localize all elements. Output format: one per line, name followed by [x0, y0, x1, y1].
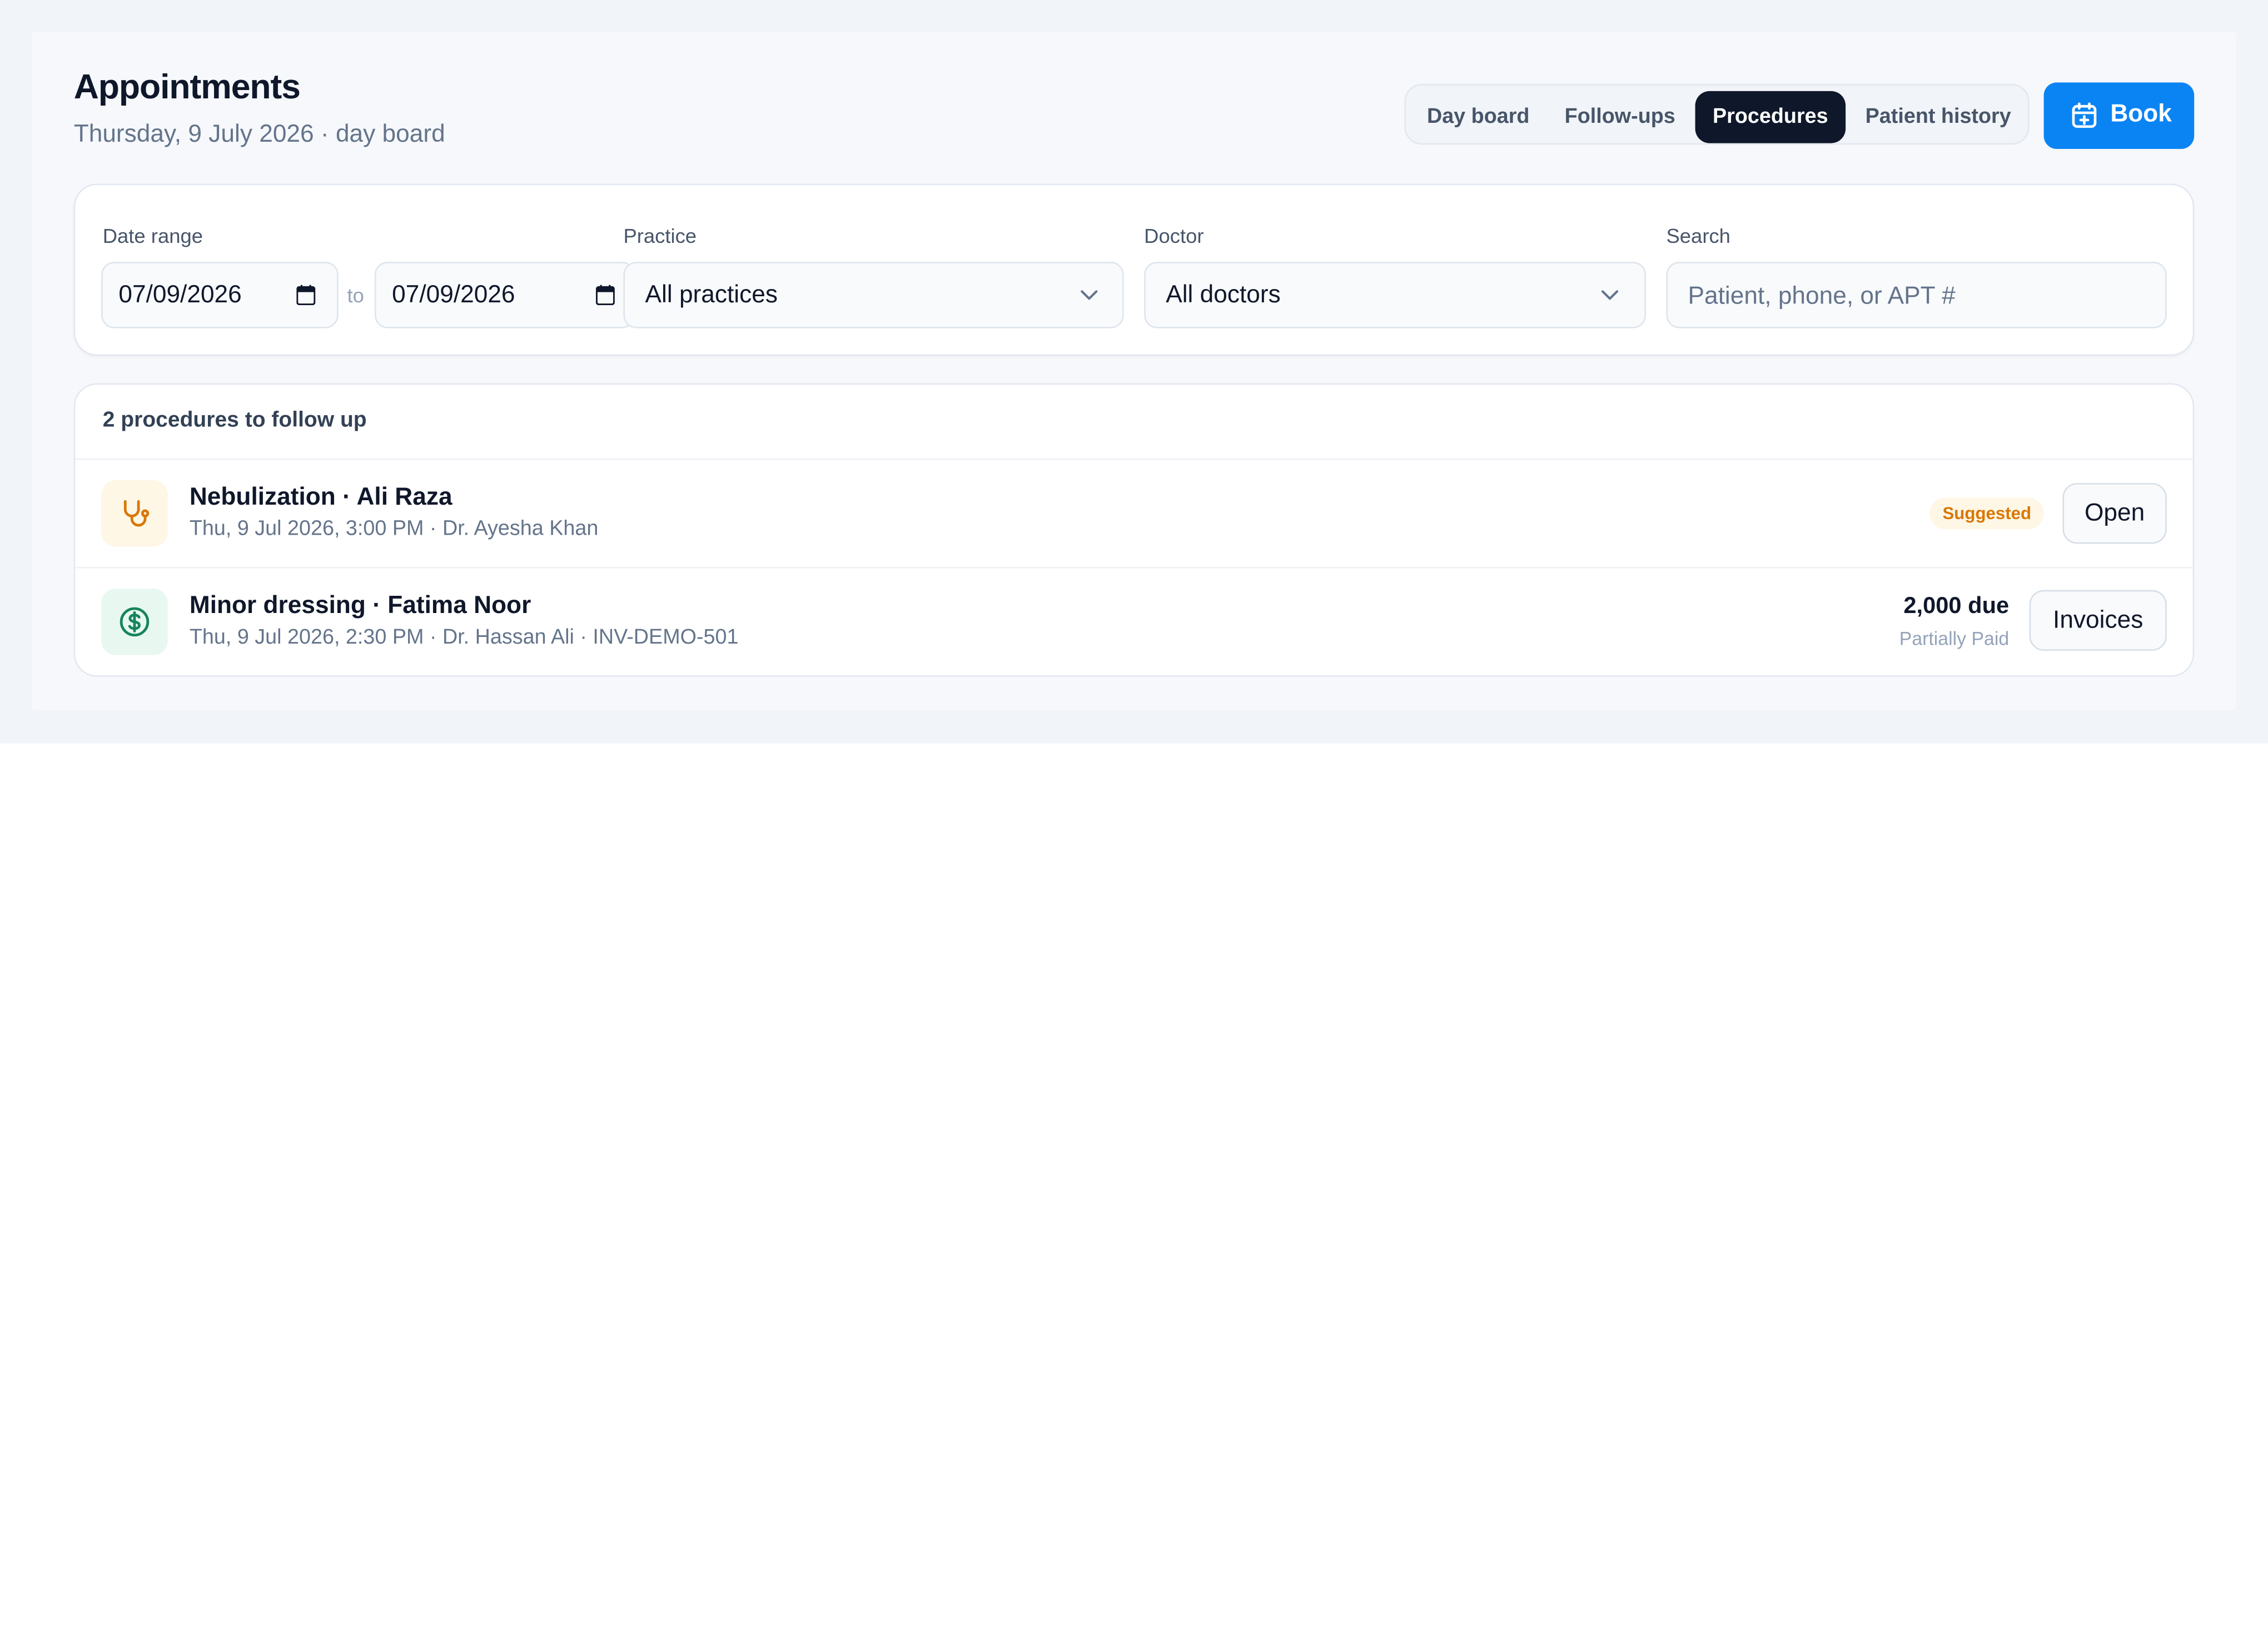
- procedure-meta: Thu, 9 Jul 2026, 2:30 PM · Dr. Hassan Al…: [189, 626, 739, 650]
- tab-day-board[interactable]: Day board: [1415, 91, 1542, 143]
- procedure-title: Minor dressing · Fatima Noor: [189, 591, 531, 619]
- practice-value: All practices: [645, 280, 778, 308]
- view-tabs: Day board Follow-ups Procedures Patient …: [1404, 83, 2030, 145]
- list-item: Minor dressing · Fatima Noor Thu, 9 Jul …: [75, 569, 2192, 676]
- date-range-separator: to: [347, 283, 364, 307]
- app-background: Appointments Thursday, 9 July 2026 · day…: [0, 0, 2268, 744]
- search-input[interactable]: Patient, phone, or APT #: [1666, 261, 2167, 328]
- dollar-circle-icon: [120, 607, 150, 637]
- open-button[interactable]: Open: [2062, 483, 2167, 544]
- date-from-input[interactable]: 07/09/2026: [101, 261, 339, 328]
- payment-status: Partially Paid: [1899, 627, 2010, 650]
- page-title: Appointments: [73, 68, 301, 107]
- doctor-label: Doctor: [1144, 224, 1204, 247]
- date-range-label: Date range: [102, 224, 203, 247]
- date-to-input[interactable]: 07/09/2026: [374, 261, 635, 328]
- date-to-value: 07/09/2026: [392, 280, 515, 308]
- list-heading: 2 procedures to follow up: [102, 407, 367, 432]
- calendar-icon[interactable]: [296, 285, 316, 306]
- search-placeholder: Patient, phone, or APT #: [1688, 282, 1956, 310]
- practice-label: Practice: [623, 224, 697, 247]
- procedure-avatar: [101, 589, 168, 655]
- amount-due: 2,000 due: [1903, 594, 2010, 619]
- status-badge: Suggested: [1929, 497, 2045, 530]
- appointments-panel: Appointments Thursday, 9 July 2026 · day…: [32, 32, 2236, 710]
- procedure-avatar: [101, 480, 168, 547]
- tab-follow-ups[interactable]: Follow-ups: [1554, 91, 1687, 143]
- stethoscope-icon: [123, 500, 150, 527]
- filters-card: Date range 07/09/2026 to 07/09/2026 Prac…: [73, 183, 2195, 356]
- calendar-icon[interactable]: [596, 285, 615, 306]
- book-button[interactable]: Book: [2043, 82, 2195, 150]
- procedures-list: 2 procedures to follow up Nebulization ·…: [73, 383, 2195, 677]
- list-item: Nebulization · Ali Raza Thu, 9 Jul 2026,…: [75, 460, 2192, 567]
- date-from-value: 07/09/2026: [118, 280, 242, 308]
- doctor-select[interactable]: All doctors: [1144, 261, 1647, 328]
- procedure-title: Nebulization · Ali Raza: [189, 483, 452, 511]
- page-subtitle: Thursday, 9 July 2026 · day board: [73, 119, 445, 148]
- tab-procedures[interactable]: Procedures: [1695, 91, 1846, 143]
- practice-select[interactable]: All practices: [623, 261, 1124, 328]
- chevron-down-icon: [1081, 290, 1098, 300]
- book-button-label: Book: [2110, 99, 2172, 127]
- chevron-down-icon: [1601, 290, 1619, 300]
- calendar-plus-icon: [2070, 101, 2098, 130]
- procedure-meta: Thu, 9 Jul 2026, 3:00 PM · Dr. Ayesha Kh…: [189, 517, 599, 541]
- doctor-value: All doctors: [1166, 280, 1281, 308]
- tab-patient-history[interactable]: Patient history: [1852, 91, 2025, 143]
- search-label: Search: [1666, 224, 1730, 247]
- invoices-button[interactable]: Invoices: [2029, 590, 2167, 651]
